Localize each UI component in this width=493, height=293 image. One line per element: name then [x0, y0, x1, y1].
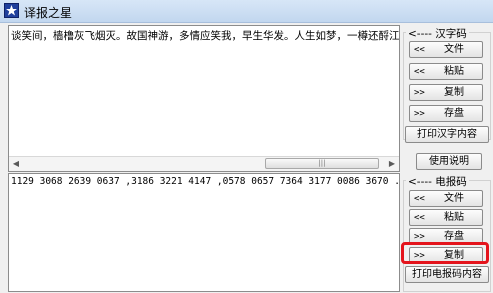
triangle-left-icon[interactable]: ◀ [9, 157, 23, 171]
triangle-right-icon[interactable]: ▶ [385, 157, 399, 171]
hanzi-paste-button[interactable]: << 粘贴 [409, 63, 483, 80]
title-bar[interactable]: 译报之星 [0, 0, 493, 23]
hanzi-scroll-thumb[interactable]: ||| [265, 158, 379, 169]
hanzi-file-button[interactable]: << 文件 [409, 41, 483, 58]
hanzi-horizontal-scrollbar[interactable]: ◀ ||| ▶ [9, 156, 399, 171]
copy-button-highlight [401, 242, 489, 264]
telegraph-text: 1129 3068 2639 0637 ,3186 3221 4147 ,057… [11, 176, 400, 187]
print-telegraph-button[interactable]: 打印电报码内容 [405, 266, 489, 283]
telegraph-group-label: <---- 电报码 [406, 174, 469, 189]
window-title: 译报之星 [24, 6, 73, 20]
hanzi-copy-button[interactable]: >> 复制 [409, 84, 483, 101]
app-window: 译报之星 谈笑间，樯橹灰飞烟灭。故国神游，多情应笑我，早生华发。人生如梦，一樽还… [0, 0, 493, 293]
star-icon [4, 3, 19, 18]
telegraph-text-area[interactable]: 1129 3068 2639 0637 ,3186 3221 4147 ,057… [8, 173, 400, 292]
help-button[interactable]: 使用说明 [416, 153, 482, 170]
hanzi-group-label: <---- 汉字码 [406, 26, 469, 41]
print-hanzi-button[interactable]: 打印汉字内容 [405, 126, 489, 143]
telegraph-paste-button[interactable]: << 粘贴 [409, 209, 483, 226]
telegraph-file-button[interactable]: << 文件 [409, 190, 483, 207]
hanzi-text: 谈笑间，樯橹灰飞烟灭。故国神游，多情应笑我，早生华发。人生如梦，一樽还酹江月。 [11, 30, 400, 42]
hanzi-text-area[interactable]: 谈笑间，樯橹灰飞烟灭。故国神游，多情应笑我，早生华发。人生如梦，一樽还酹江月。 … [8, 25, 400, 172]
hanzi-save-button[interactable]: >> 存盘 [409, 105, 483, 122]
